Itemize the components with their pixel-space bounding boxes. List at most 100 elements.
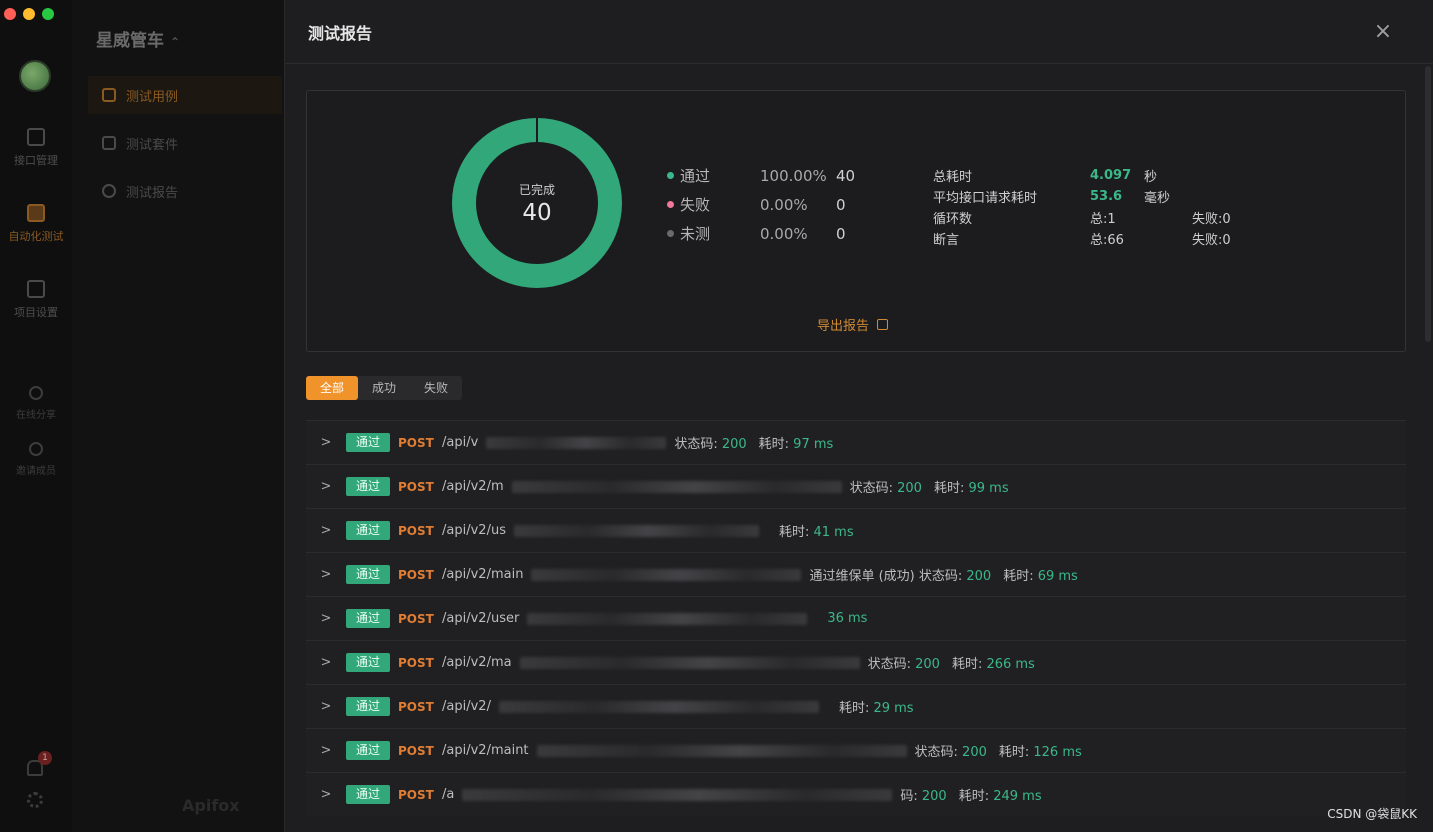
chevron-right-icon[interactable]: > [306,655,346,670]
http-method: POST [398,435,434,450]
result-row[interactable]: > 通过 POST/api/v2/maint 状态码: 200 耗时: 126 ms [306,728,1406,772]
result-row[interactable]: > 通过 POST/api/v 状态码: 200 耗时: 97 ms [306,420,1406,464]
sidebar-item-test-cases[interactable]: 测试用例 [88,76,282,114]
close-window-button[interactable] [4,8,16,20]
result-row[interactable]: > 通过 POST/api/v2/user 36 ms [306,596,1406,640]
left-rail: 接口管理 自动化测试 项目设置 在线分享 邀请成员 1 [0,0,72,832]
result-legend: 通过 100.00% 40 失败 0.00% 0 未测 0.00% 0 [667,161,855,248]
sidebar-item-test-reports[interactable]: 测试报告 [88,172,282,210]
automation-icon [27,204,45,222]
fail-dot-icon [667,201,674,208]
stat-key: 平均接口请求耗时 [933,191,1038,206]
duration-value: 126 ms [1033,745,1082,760]
settings-icon [27,280,45,298]
filter-failed[interactable]: 失败 [410,376,462,400]
result-row[interactable]: > 通过 POST/a 码: 200 耗时: 249 ms [306,772,1406,816]
minimize-window-button[interactable] [23,8,35,20]
sidebar-item-test-suites[interactable]: 测试套件 [88,124,282,162]
rail-item-label: 接口管理 [14,154,58,167]
duration-label: 耗时: [838,701,874,716]
chevron-right-icon[interactable]: > [306,479,346,494]
chevron-right-icon[interactable]: > [306,743,346,758]
rail-item-settings[interactable]: 项目设置 [0,280,72,320]
status-code-label: 状态码: [914,745,963,760]
chevron-right-icon[interactable]: > [306,435,346,450]
project-switcher[interactable]: 星威管车 ⌃ [96,26,180,51]
result-filter-tabs: 全部 成功 失败 [306,376,463,400]
rail-item-label: 自动化测试 [8,230,64,243]
result-tail: 耗时: 41 ms [767,521,854,540]
rail-item-label: 项目设置 [14,306,58,319]
rail-item-automation[interactable]: 自动化测试 [0,204,72,244]
http-method: POST [398,743,434,758]
sidebar: 星威管车 ⌃ 测试用例 测试套件 测试报告 Apifox [72,0,284,832]
status-code-label: 状态码: [674,437,722,452]
legend-fail: 失败 0.00% 0 [667,190,855,219]
status-badge: 通过 [346,697,391,716]
stat-assertions: 断言 总:66 失败:0 [933,228,1272,249]
legend-pass: 通过 100.00% 40 [667,161,855,190]
stat-loops: 循环数 总:1 失败:0 [933,207,1272,228]
report-panel: 测试报告 × 已完成 40 通过 100.00% 40 失败 0.00% 0 未… [284,0,1433,832]
export-label: 导出报告 [817,319,870,334]
panel-header: 测试报告 × [285,0,1433,64]
filter-all[interactable]: 全部 [306,376,359,400]
result-list: > 通过 POST/api/v 状态码: 200 耗时: 97 ms > 通过 POST/ap… [306,420,1406,816]
watermark: CSDN @袋鼠KK [1327,807,1417,821]
stat-value: 53.6 [1090,189,1123,204]
close-button[interactable]: × [1363,12,1403,52]
http-method: POST [398,479,434,494]
status-badge: 通过 [346,741,391,760]
scrollbar[interactable] [1425,66,1431,342]
rail-item-api[interactable]: 接口管理 [0,128,72,168]
chevron-right-icon[interactable]: > [306,699,346,714]
duration-value: 97 ms [793,437,834,452]
rail-item-share[interactable]: 在线分享 [0,386,72,421]
api-icon [27,128,45,146]
close-icon: × [1373,19,1393,44]
result-tail: 耗时: 29 ms [827,697,914,716]
filter-success[interactable]: 成功 [358,376,410,400]
window-controls [4,8,54,20]
duration-value: 41 ms [813,525,854,540]
result-row[interactable]: > 通过 POST/api/v2/m 状态码: 200 耗时: 99 ms [306,464,1406,508]
legend-count: 0 [836,224,846,243]
chevron-right-icon[interactable]: > [306,611,346,626]
status-code-label: 通过维保单 (成功) 状态码: [809,569,967,584]
legend-name: 未测 [680,225,711,243]
duration-value: 266 ms [986,657,1035,672]
status-code: 200 [721,437,747,452]
maximize-window-button[interactable] [42,8,54,20]
status-badge: 通过 [346,653,391,672]
sidebar-item-label: 测试用例 [126,89,179,105]
sidebar-item-label: 测试套件 [126,137,179,153]
legend-count: 40 [836,166,856,185]
api-path: /api/v2/ [442,699,491,714]
duration-label: 耗时: [1003,569,1038,584]
result-row[interactable]: > 通过 POST/api/v2/main 通过维保单 (成功) 状态码: 200 耗时… [306,552,1406,596]
result-tail: 状态码: 200 耗时: 97 ms [674,433,833,452]
gear-icon[interactable] [27,792,43,808]
done-label: 已完成 [518,182,555,197]
avatar[interactable] [19,60,51,92]
duration-value: 29 ms [873,701,914,716]
chevron-right-icon[interactable]: > [306,787,346,802]
duration-value: 69 ms [1037,569,1078,584]
result-row[interactable]: > 通过 POST/api/v2/ma 状态码: 200 耗时: 266 ms [306,640,1406,684]
result-row[interactable]: > 通过 POST/api/v2/耗时: 29 ms [306,684,1406,728]
stat-fail: 失败:0 [1192,233,1231,248]
chevron-right-icon[interactable]: > [306,523,346,538]
donut-center: 已完成 40 [451,117,623,289]
result-row[interactable]: > 通过 POST/api/v2/us 耗时: 41 ms [306,508,1406,552]
summary-card: 已完成 40 通过 100.00% 40 失败 0.00% 0 未测 0.00%… [306,90,1406,352]
export-report-button[interactable]: 导出报告 [817,315,889,334]
status-code: 200 [966,569,992,584]
rail-item-invite[interactable]: 邀请成员 [0,442,72,477]
api-path: /api/v2/main [442,567,524,582]
duration-value: 99 ms [968,481,1009,496]
brand-logo: Apifox [182,796,240,815]
stat-total-time: 总耗时 4.097 秒 [933,165,1272,186]
http-method: POST [398,523,434,538]
chevron-right-icon[interactable]: > [306,567,346,582]
result-tail: 36 ms [815,611,867,626]
